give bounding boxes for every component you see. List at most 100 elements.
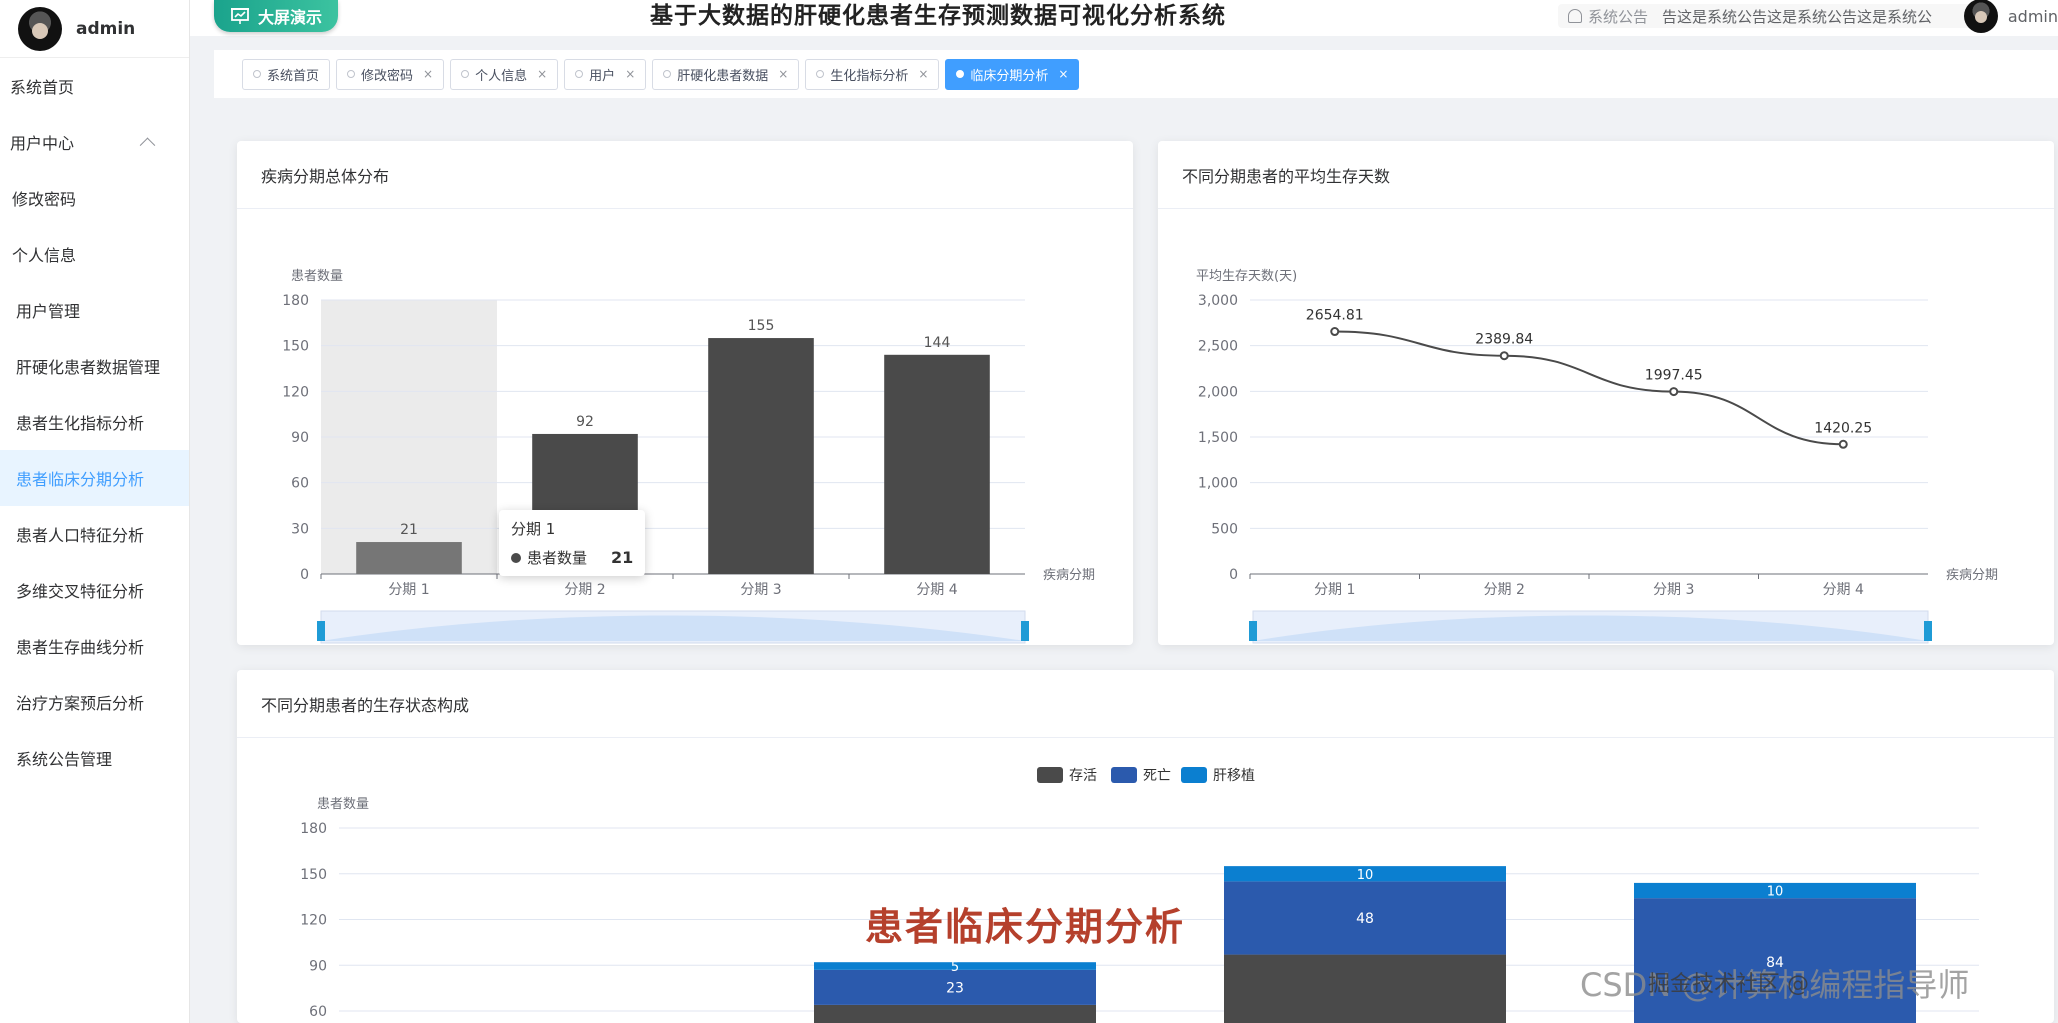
sidebar-item-label: 患者生化指标分析 [16,414,145,433]
sidebar-item-label: 治疗方案预后分析 [16,694,145,713]
data-label: 1997.45 [1645,368,1703,384]
survival-days-chart[interactable]: 0 500 1,000 1,500 2,000 2,500 3,000 平均生存天数(天) 疾病… [1158,209,2054,645]
sidebar-item-label: 多维交叉特征分析 [16,582,145,601]
tag-label: 肝硬化患者数据 [677,68,769,84]
x-tick-label: 分期 4 [916,582,957,598]
y-tick-label: 90 [291,430,309,446]
sidebar-item-label: 系统公告管理 [16,750,113,769]
top-header: 大屏演示 基于大数据的肝硬化患者生存预测数据可视化分析系统 系统公告 告这是系统… [190,0,2058,36]
close-icon[interactable]: × [1058,67,1068,81]
y-axis-label: 患者数量 [317,797,369,812]
x-tick-label: 分期 3 [1653,582,1694,598]
y-tick-label: 1,000 [1198,476,1238,492]
y-tick-label: 0 [300,567,309,583]
tag-dot-icon [253,70,261,78]
tag-dot-icon [663,70,672,78]
avatar [18,6,62,51]
bar-segment-alive [1224,954,1506,1023]
tag-label: 生化指标分析 [830,68,909,84]
x-axis-label: 疾病分期 [1043,568,1095,583]
zoom-handle-left [317,621,325,641]
data-label: 2654.81 [1306,308,1364,324]
sidebar-username: admin [76,18,136,39]
segment-label: 10 [1357,868,1374,883]
legend-label: 存活 [1069,768,1097,784]
data-label: 144 [924,335,951,351]
y-tick-label: 90 [309,958,327,974]
sidebar-item[interactable]: 患者临床分期分析 [0,450,189,506]
zoom-handle-right [1021,621,1029,641]
tag-dot-icon [956,70,965,78]
y-tick-label: 0 [1229,567,1238,583]
bar [884,354,990,574]
tab-tag[interactable]: 个人信息 × [450,58,559,90]
tag-label: 临床分期分析 [970,68,1049,84]
data-point [1669,387,1679,397]
sidebar-item-label: 修改密码 [12,190,77,209]
tag-dot-icon [575,70,584,78]
data-point [1838,439,1848,449]
big-screen-label: 大屏演示 [257,8,322,27]
segment-label: 10 [1767,885,1784,900]
tab-tag[interactable]: 系统首页 [242,58,331,90]
close-icon[interactable]: × [918,67,928,81]
y-tick-label: 30 [291,521,309,537]
tab-tag[interactable]: 修改密码 × [336,58,445,90]
watermark-secondary: 掘金技术社区 @ [1648,972,1809,997]
stage-distribution-chart[interactable]: 0 30 60 90 120 150 180 患者数量疾病分期 21 分期 1 92 分期 2 155 分… [237,209,1133,645]
sidebar-item[interactable]: 系统公告管理 [0,730,189,786]
card-title: 不同分期患者的平均生存天数 [1158,141,2054,209]
page-title: 基于大数据的肝硬化患者生存预测数据可视化分析系统 [650,3,1226,29]
sidebar-item[interactable]: 修改密码 [0,170,189,226]
big-screen-button[interactable]: 大屏演示 [214,0,338,32]
sidebar-item[interactable]: 用户中心 [0,114,189,170]
notice-bar[interactable]: 系统公告 告这是系统公告这是系统公告这是系统公 [1558,4,1978,28]
sidebar-item[interactable]: 系统首页 [0,58,189,114]
tab-tag[interactable]: 用户 × [564,58,647,90]
sidebar-item[interactable]: 多维交叉特征分析 [0,562,189,618]
sidebar: admin 系统首页用户中心修改密码个人信息用户管理 肝硬化患者数据管理患者生化指… [0,0,190,1023]
close-icon[interactable]: × [423,67,433,81]
y-tick-label: 2,000 [1198,384,1238,400]
card-title: 不同分期患者的生存状态构成 [237,670,2054,738]
sidebar-item[interactable]: 治疗方案预后分析 [0,674,189,730]
x-axis-label: 疾病分期 [1946,568,1998,583]
data-label: 2389.84 [1475,332,1533,348]
y-tick-label: 180 [300,821,327,837]
y-tick-label: 500 [1211,521,1238,537]
legend-swatch [1037,767,1063,783]
sidebar-item[interactable]: 个人信息 [0,226,189,282]
tag-label: 个人信息 [475,68,528,84]
sidebar-item[interactable]: 患者生化指标分析 [0,394,189,450]
x-tick-label: 分期 3 [740,582,781,598]
close-icon[interactable]: × [625,67,635,81]
data-label: 92 [576,414,594,430]
sidebar-item[interactable]: 用户管理 [0,282,189,338]
close-icon[interactable]: × [778,67,788,81]
legend-label: 死亡 [1143,768,1171,784]
y-tick-label: 2,500 [1198,339,1238,355]
tab-tag[interactable]: 生化指标分析 × [805,58,940,90]
sidebar-item-label: 患者临床分期分析 [16,470,145,489]
close-icon[interactable]: × [537,67,547,81]
sidebar-item[interactable]: 患者生存曲线分析 [0,618,189,674]
tab-tag[interactable]: 肝硬化患者数据 × [652,58,800,90]
y-tick-label: 150 [282,339,309,355]
tooltip-title: 分期 1 [511,520,556,538]
y-tick-label: 120 [300,913,327,929]
tab-tag[interactable]: 临床分期分析 × [945,58,1080,90]
sidebar-item-label: 患者人口特征分析 [16,526,145,545]
tooltip-marker [511,552,521,563]
presentation-icon [230,8,249,24]
zoom-handle-left [1249,621,1257,641]
sidebar-item-label: 个人信息 [12,246,77,265]
top-user-menu[interactable]: admin [1963,0,2058,33]
sidebar-item[interactable]: 肝硬化患者数据管理 [0,338,189,394]
sidebar-item-label: 用户中心 [10,134,75,153]
tooltip-value: 21 [611,548,634,567]
data-label: 1420.25 [1814,420,1872,436]
card-stage-distribution: 疾病分期总体分布 0 30 60 90 120 150 180 患者数量 疾病分期 21 分期 1 9… [237,141,1133,645]
notice-text: 告这是系统公告这是系统公告这是系统公 [1662,7,1933,26]
sidebar-user[interactable]: admin [0,0,189,58]
sidebar-item[interactable]: 患者人口特征分析 [0,506,189,562]
